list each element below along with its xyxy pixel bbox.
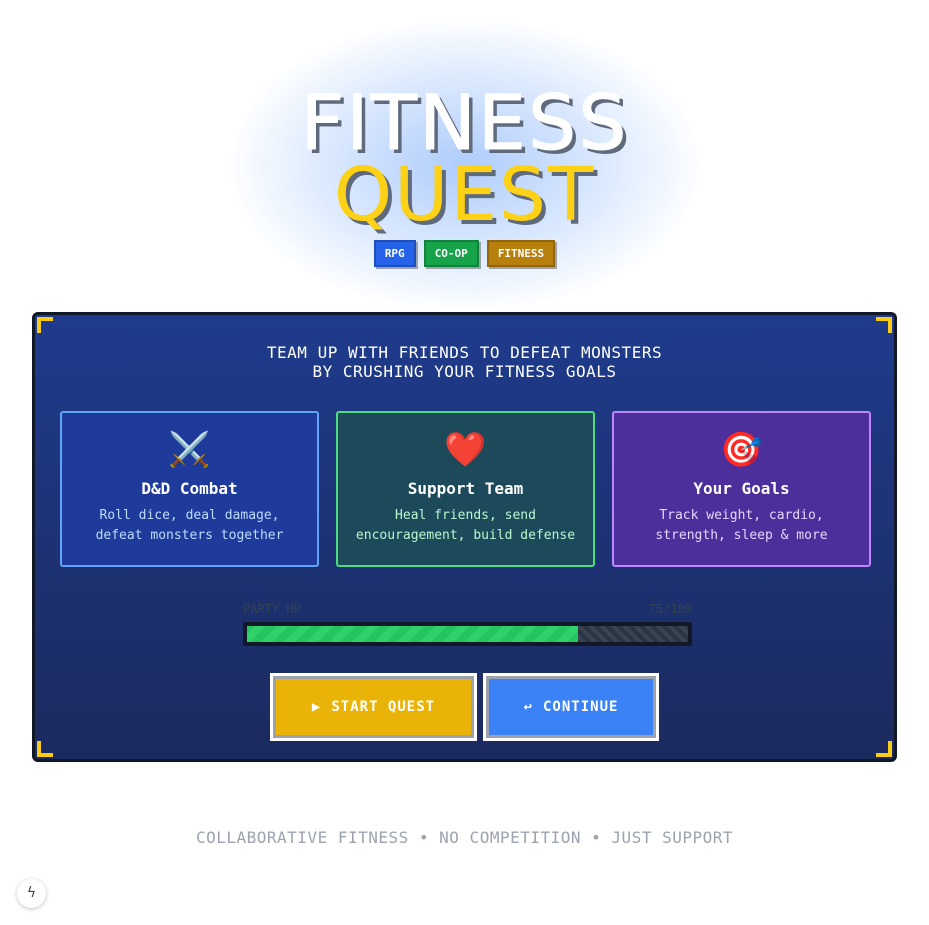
tag-fitness: FITNESS bbox=[486, 240, 556, 267]
tag-coop: CO-OP bbox=[423, 240, 479, 267]
play-icon: ▶ bbox=[311, 699, 322, 715]
heart-icon: ❤️ bbox=[444, 430, 487, 470]
corner-decoration bbox=[37, 741, 53, 757]
card-title: D&D Combat bbox=[141, 479, 238, 498]
card-support-team: ❤️ Support Team Heal friends, send encour… bbox=[336, 411, 595, 567]
corner-decoration bbox=[37, 317, 53, 333]
crossed-swords-icon: ⚔️ bbox=[168, 430, 211, 470]
card-desc: Roll dice, deal damage, defeat monsters t… bbox=[95, 508, 284, 543]
continue-button[interactable]: ↩ CONTINUE bbox=[483, 673, 659, 741]
target-icon: 🎯 bbox=[720, 430, 763, 470]
tagline: TEAM UP WITH FRIENDS TO DEFEAT MONSTERS … bbox=[35, 343, 894, 381]
tag-rpg: RPG bbox=[373, 240, 416, 267]
card-title: Your Goals bbox=[693, 479, 790, 498]
card-title: Support Team bbox=[407, 479, 524, 498]
lightning-icon[interactable]: ϟ bbox=[17, 879, 46, 908]
start-quest-button[interactable]: ▶ START QUEST bbox=[270, 673, 477, 741]
return-arrow-icon: ↩ bbox=[523, 699, 533, 715]
title-quest: QUEST bbox=[333, 152, 596, 238]
tag-list: RPG CO-OP FITNESS bbox=[0, 240, 929, 267]
tagline-line: TEAM UP WITH FRIENDS TO DEFEAT MONSTERS bbox=[266, 343, 663, 362]
hp-value: 75/100 bbox=[648, 602, 692, 616]
footer-text: COLLABORATIVE FITNESS • NO COMPETITION •… bbox=[195, 828, 734, 847]
hp-label: PARTY HP bbox=[243, 602, 301, 616]
card-your-goals: 🎯 Your Goals Track weight, cardio, streng… bbox=[612, 411, 871, 567]
party-hp: PARTY HP 75/100 bbox=[243, 602, 692, 646]
card-desc: Heal friends, send encouragement, build d… bbox=[355, 508, 576, 543]
corner-decoration bbox=[876, 317, 892, 333]
main-panel: TEAM UP WITH FRIENDS TO DEFEAT MONSTERS … bbox=[32, 312, 897, 762]
hp-bar-fill bbox=[247, 626, 578, 642]
tagline-line: BY CRUSHING YOUR FITNESS GOALS bbox=[312, 362, 617, 381]
card-dnd-combat: ⚔️ D&D Combat Roll dice, deal damage, def… bbox=[60, 411, 319, 567]
feature-cards: ⚔️ D&D Combat Roll dice, deal damage, def… bbox=[60, 411, 871, 567]
hp-bar bbox=[243, 622, 692, 646]
corner-decoration bbox=[876, 741, 892, 757]
card-desc: Track weight, cardio, strength, sleep & m… bbox=[655, 508, 828, 543]
